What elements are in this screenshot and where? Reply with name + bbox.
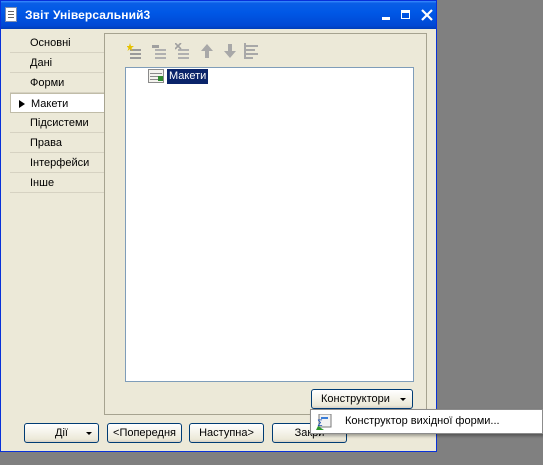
tab-label: Інше xyxy=(30,177,55,189)
close-window-button[interactable] xyxy=(418,6,436,24)
tab-formy[interactable]: Форми xyxy=(10,73,105,93)
chevron-down-icon xyxy=(400,398,406,401)
tab-label: Основні xyxy=(30,37,71,49)
close-icon xyxy=(421,9,433,21)
add-item-icon[interactable] xyxy=(127,43,143,59)
constructors-button[interactable]: Конструктори xyxy=(311,389,413,409)
section-tabs: Основні Дані Форми Макети Підсистеми Пра… xyxy=(10,33,106,193)
minimize-button[interactable] xyxy=(377,6,395,24)
constructors-dropdown-menu: Σ Конструктор вихідної форми... xyxy=(310,409,543,434)
move-up-icon[interactable] xyxy=(199,43,215,59)
tab-label: Дані xyxy=(30,57,53,69)
next-button[interactable]: Наступна> xyxy=(189,423,264,443)
previous-label: <Попередня xyxy=(113,427,176,439)
form-constructor-icon: Σ xyxy=(316,414,332,430)
previous-button[interactable]: <Попередня xyxy=(107,423,182,443)
menu-item-form-constructor[interactable]: Σ Конструктор вихідної форми... xyxy=(311,410,542,433)
templates-tree[interactable]: Макети xyxy=(125,67,414,382)
svg-text:Σ: Σ xyxy=(317,419,323,429)
tab-osnovni[interactable]: Основні xyxy=(10,33,105,53)
next-label: Наступна> xyxy=(199,427,254,439)
tab-label: Права xyxy=(30,137,62,149)
edit-item-icon[interactable] xyxy=(152,43,168,59)
actions-label: Дії xyxy=(55,427,68,439)
tab-label: Макети xyxy=(31,98,69,110)
tab-prava[interactable]: Права xyxy=(10,133,105,153)
actions-button[interactable]: Дії xyxy=(24,423,99,443)
tab-inshe[interactable]: Інше xyxy=(10,173,105,193)
tab-interfeisy[interactable]: Інтерфейси xyxy=(10,153,105,173)
title-bar[interactable]: Звіт Універсальний3 xyxy=(1,1,436,29)
maximize-button[interactable] xyxy=(397,6,415,24)
tab-label: Інтерфейси xyxy=(30,157,90,169)
tab-makety[interactable]: Макети xyxy=(10,93,106,113)
delete-item-icon[interactable] xyxy=(175,43,191,59)
constructors-label: Конструктори xyxy=(321,393,390,405)
tab-dani[interactable]: Дані xyxy=(10,53,105,73)
sort-icon[interactable] xyxy=(244,43,260,59)
report-window: Звіт Універсальний3 Основні Дані Форми М… xyxy=(0,0,437,452)
tab-pidsystemy[interactable]: Підсистеми xyxy=(10,113,105,133)
tab-label: Підсистеми xyxy=(30,117,89,129)
window-title: Звіт Універсальний3 xyxy=(25,8,151,22)
tree-item-label: Макети xyxy=(167,69,209,84)
report-document-icon xyxy=(5,7,17,22)
tab-label: Форми xyxy=(30,77,65,89)
menu-item-label: Конструктор вихідної форми... xyxy=(345,415,500,427)
active-tab-arrow-icon xyxy=(19,100,25,108)
chevron-down-icon xyxy=(86,432,92,435)
templates-folder-icon xyxy=(148,69,164,83)
move-down-icon[interactable] xyxy=(222,43,238,59)
